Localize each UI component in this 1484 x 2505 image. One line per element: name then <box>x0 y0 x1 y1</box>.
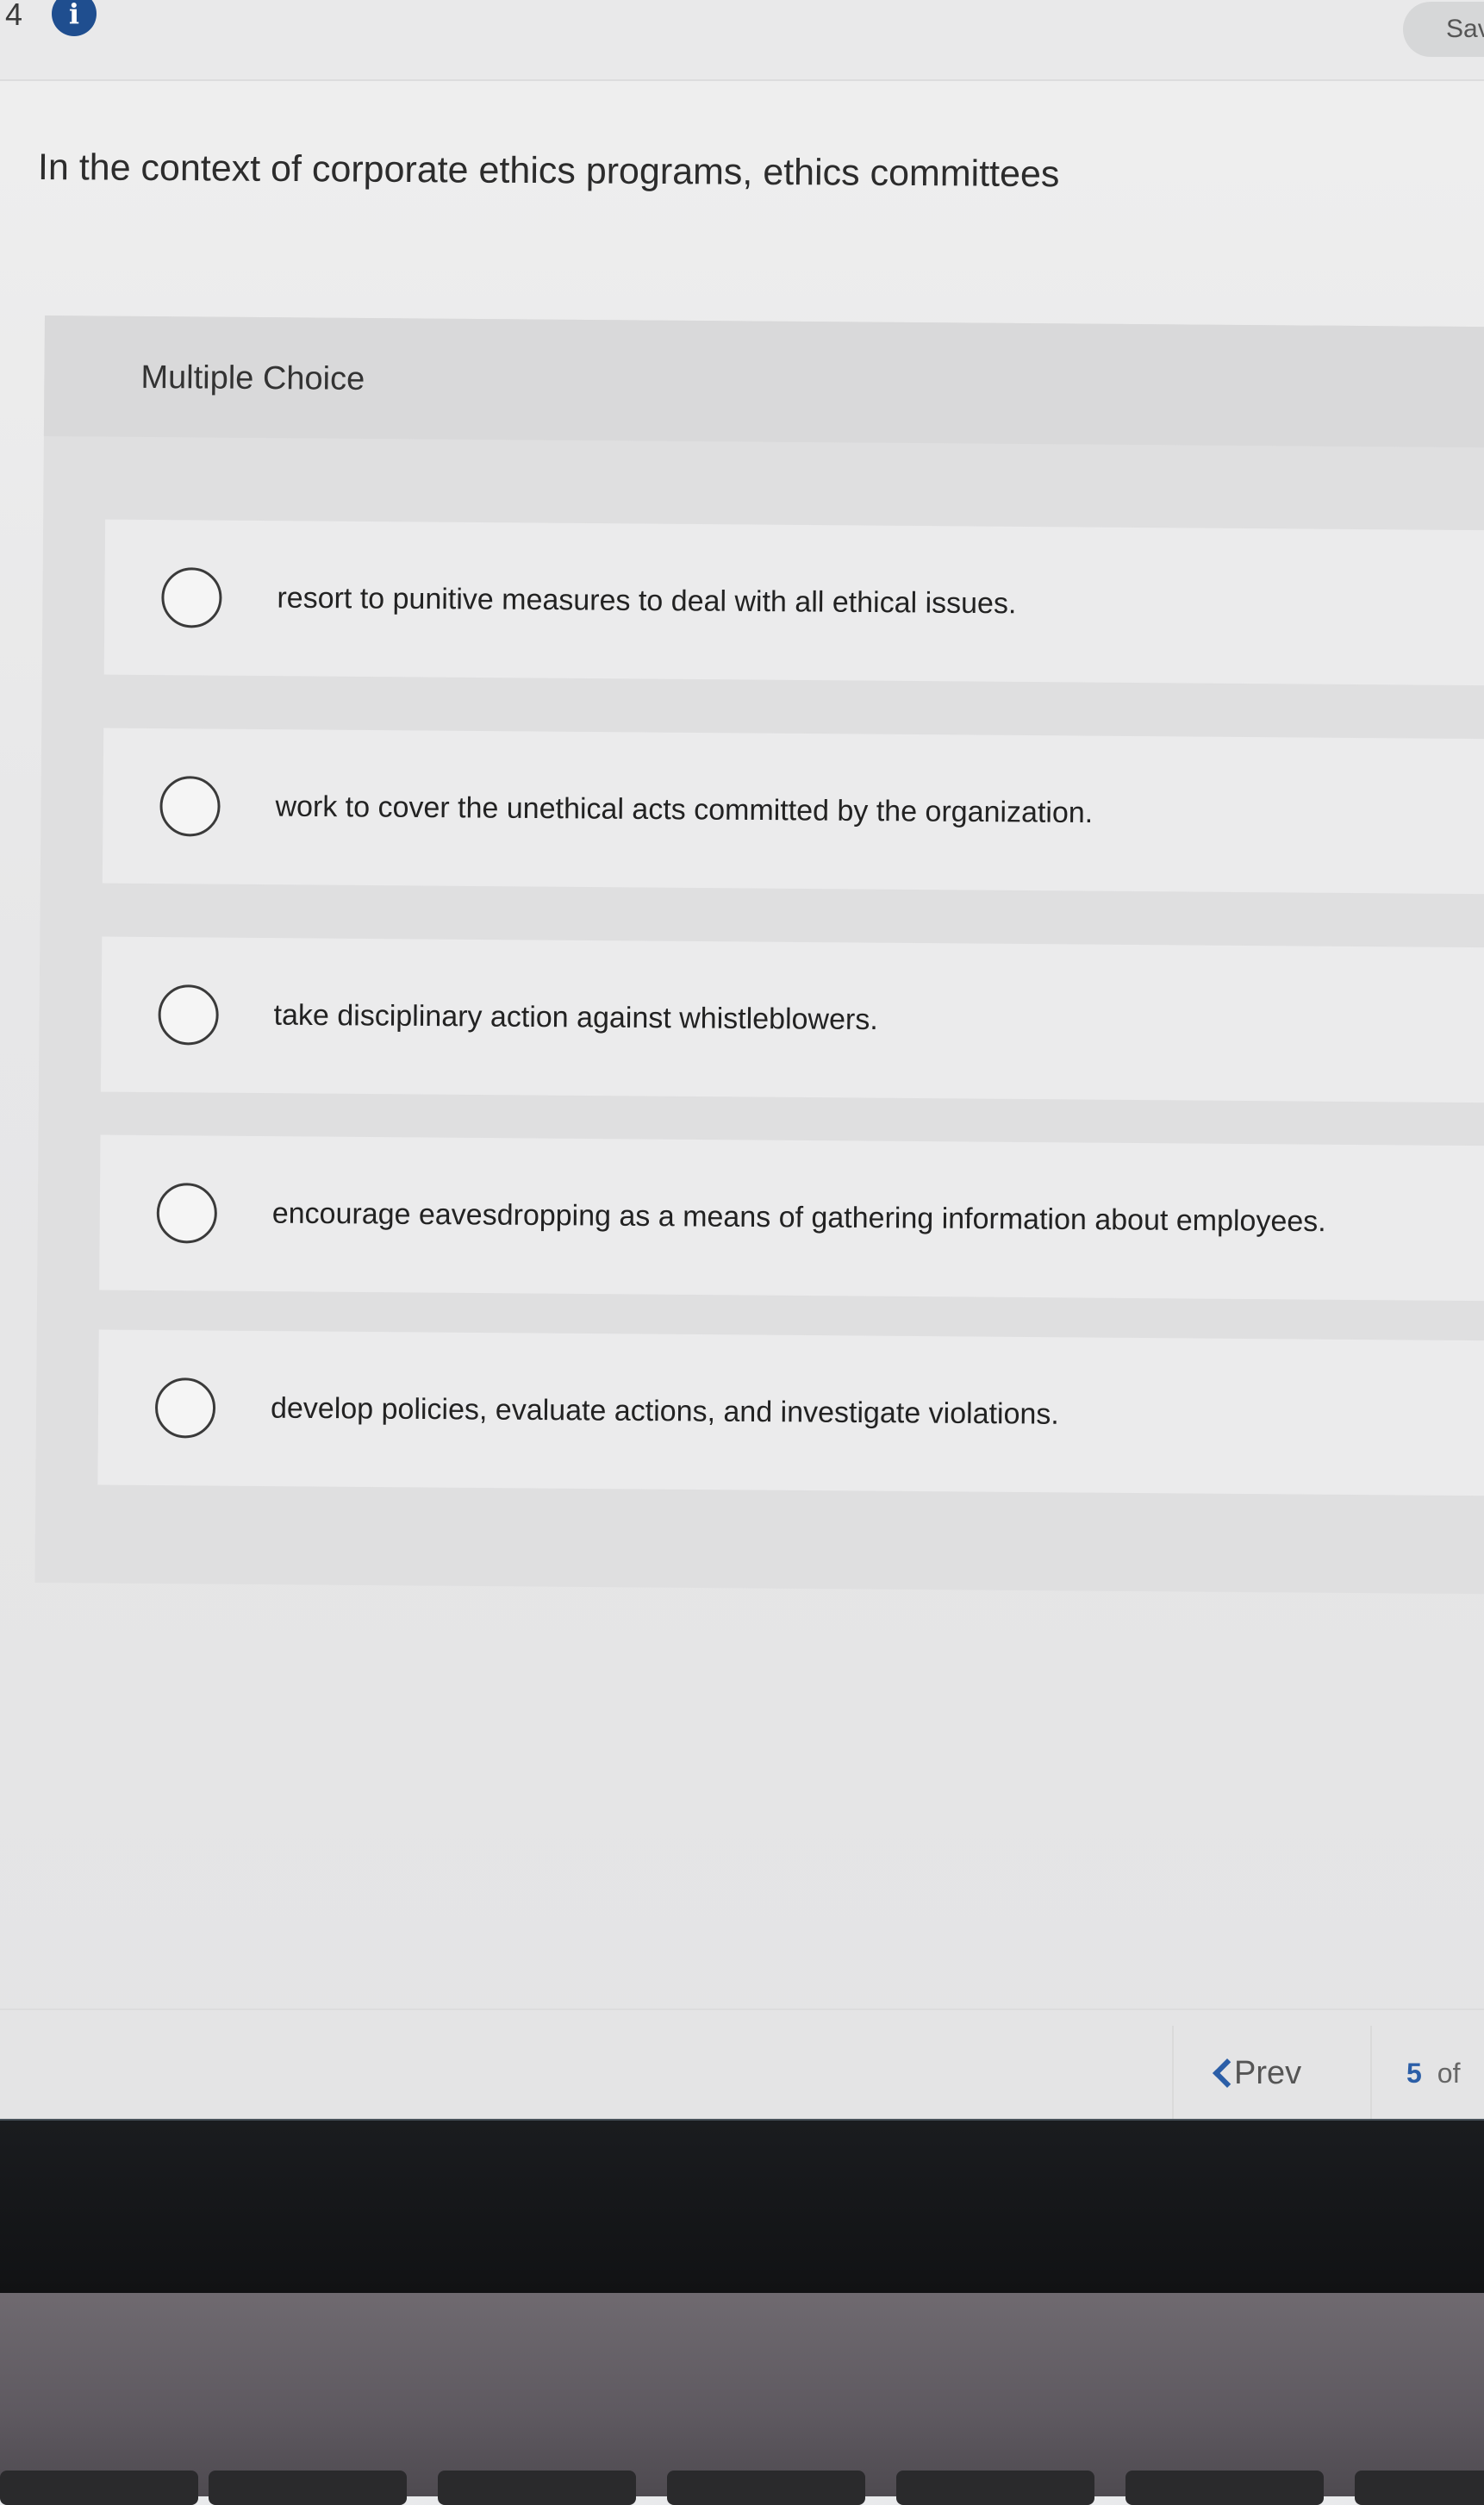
radio-button[interactable] <box>161 567 222 628</box>
radio-button[interactable] <box>159 776 221 837</box>
info-icon[interactable]: i <box>52 0 97 36</box>
answer-option-5[interactable]: develop policies, evaluate actions, and … <box>97 1329 1484 1496</box>
current-page: 5 <box>1406 2057 1422 2089</box>
question-number: 4 <box>5 0 23 32</box>
keyboard-key <box>896 2471 1094 2505</box>
answer-option-2[interactable]: work to cover the unethical acts committ… <box>102 728 1484 895</box>
keyboard-key <box>1125 2471 1324 2505</box>
answer-option-text: resort to punitive measures to deal with… <box>277 581 1017 621</box>
answer-option-text: work to cover the unethical acts committ… <box>275 790 1094 830</box>
keyboard-key <box>0 2471 198 2505</box>
quiz-screen: 4 i Sav In the context of corporate ethi… <box>0 0 1484 2121</box>
question-type-header: Multiple Choice <box>43 315 1484 448</box>
answer-option-text: develop policies, evaluate actions, and … <box>270 1391 1059 1431</box>
radio-button[interactable] <box>154 1377 216 1439</box>
keyboard-key <box>209 2471 407 2505</box>
laptop-body <box>0 2293 1484 2496</box>
page-indicator[interactable]: 5 of <box>1370 2026 1484 2121</box>
answer-option-4[interactable]: encourage eavesdropping as a means of ga… <box>99 1134 1484 1302</box>
answer-option-3[interactable]: take disciplinary action against whistle… <box>100 936 1484 1103</box>
save-button[interactable]: Sav <box>1403 2 1484 57</box>
laptop-bezel <box>0 2121 1484 2293</box>
question-type-label: Multiple Choice <box>140 359 365 397</box>
page-of-label: of <box>1437 2057 1461 2089</box>
footer-divider <box>0 2008 1484 2010</box>
radio-button[interactable] <box>156 1183 218 1244</box>
keyboard-key <box>438 2471 636 2505</box>
answer-panel: Multiple Choice resort to punitive measu… <box>34 315 1484 1595</box>
keyboard-key <box>667 2471 865 2505</box>
prev-label: Prev <box>1234 2054 1302 2091</box>
radio-button[interactable] <box>158 984 219 1046</box>
answer-option-text: take disciplinary action against whistle… <box>273 998 878 1037</box>
answer-option-1[interactable]: resort to punitive measures to deal with… <box>103 519 1484 686</box>
answer-option-text: encourage eavesdropping as a means of ga… <box>271 1196 1326 1239</box>
top-bar: 4 i Sav <box>0 0 1484 81</box>
question-prompt: In the context of corporate ethics progr… <box>37 147 1060 196</box>
keyboard-key <box>1355 2471 1484 2505</box>
prev-button[interactable]: Prev <box>1172 2026 1353 2121</box>
